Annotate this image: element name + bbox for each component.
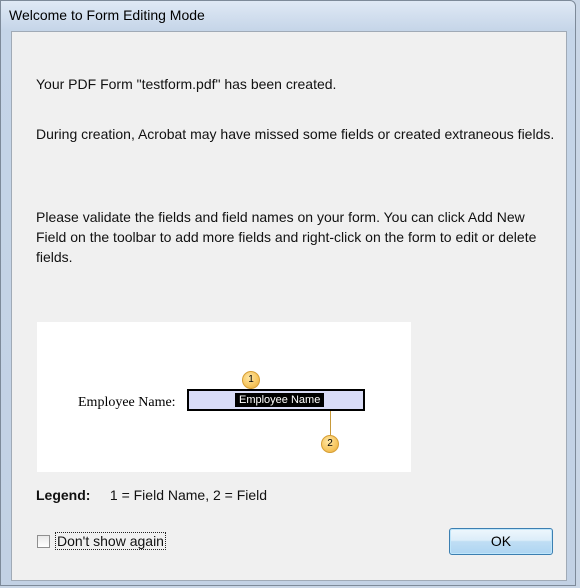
callout-2-badge: 2 bbox=[321, 435, 339, 453]
created-message: Your PDF Form "testform.pdf" has been cr… bbox=[36, 76, 337, 92]
dont-show-again-checkbox[interactable] bbox=[37, 534, 50, 548]
legend-text: 1 = Field Name, 2 = Field bbox=[109, 487, 268, 503]
callout-1-badge: 1 bbox=[242, 371, 260, 389]
form-field-diagram: Employee Name: 1 Employee Name 2 bbox=[37, 322, 411, 472]
callout-2-line bbox=[330, 411, 331, 437]
diagram-field-label: Employee Name: bbox=[78, 395, 176, 410]
title-bar[interactable]: Welcome to Form Editing Mode bbox=[1, 1, 575, 29]
dont-show-again-label[interactable]: Don't show again bbox=[55, 532, 166, 550]
ok-button[interactable]: OK bbox=[449, 528, 553, 555]
dialog-content: Your PDF Form "testform.pdf" has been cr… bbox=[11, 31, 567, 581]
legend: Legend: 1 = Field Name, 2 = Field bbox=[36, 487, 267, 503]
missed-fields-message: During creation, Acrobat may have missed… bbox=[36, 126, 555, 142]
dont-show-again-row[interactable]: Don't show again bbox=[37, 532, 166, 550]
diagram-field-box: Employee Name bbox=[187, 389, 365, 411]
diagram-field-name-tag: Employee Name bbox=[235, 393, 325, 407]
validate-message: Please validate the fields and field nam… bbox=[36, 209, 537, 265]
legend-title: Legend: bbox=[36, 487, 91, 503]
window-title: Welcome to Form Editing Mode bbox=[9, 7, 205, 23]
dialog-window: Welcome to Form Editing Mode Your PDF Fo… bbox=[0, 0, 576, 586]
